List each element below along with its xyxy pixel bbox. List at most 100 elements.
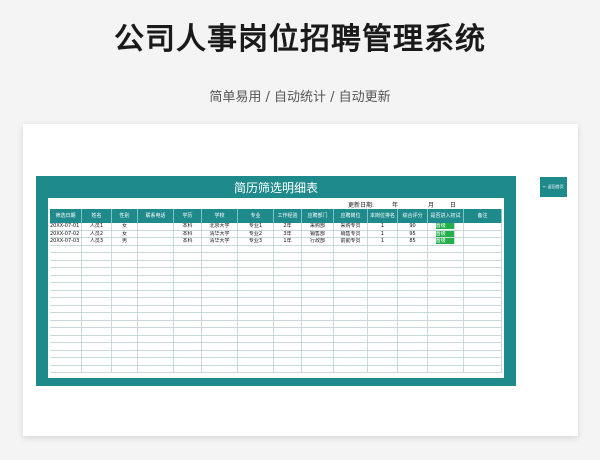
table-cell xyxy=(82,305,112,312)
table-cell xyxy=(238,305,274,312)
table-cell: 20XX-07-01 00:00 xyxy=(50,223,82,230)
table-cell: 专业1 xyxy=(238,223,274,230)
sheet-title: 简历筛选明细表 xyxy=(233,181,318,195)
table-cell xyxy=(274,275,302,282)
table-cell: 20XX-07-03 00:00 xyxy=(50,238,82,245)
table-cell xyxy=(82,298,112,305)
table-cell xyxy=(238,290,274,297)
table-cell xyxy=(112,313,138,320)
table-cell xyxy=(202,350,238,357)
table-cell xyxy=(274,253,302,260)
table-cell: 前勤专员 xyxy=(334,238,368,245)
table-cell xyxy=(138,260,174,267)
table-cell xyxy=(238,350,274,357)
table-cell xyxy=(464,260,502,267)
table-cell xyxy=(398,320,428,327)
table-cell xyxy=(274,305,302,312)
table-cell xyxy=(302,343,334,350)
table-cell xyxy=(334,365,368,372)
table-cell xyxy=(334,313,368,320)
table-cell xyxy=(274,313,302,320)
table-cell xyxy=(428,260,464,267)
table-cell xyxy=(82,283,112,290)
table-cell xyxy=(302,253,334,260)
table-cell xyxy=(334,268,368,275)
table-row xyxy=(50,305,502,313)
table-cell xyxy=(274,245,302,252)
table-cell xyxy=(50,335,82,342)
table-cell: 本科 xyxy=(174,238,202,245)
table-cell xyxy=(82,253,112,260)
table-cell xyxy=(302,350,334,357)
table-cell xyxy=(202,335,238,342)
table-cell xyxy=(398,328,428,335)
table-cell xyxy=(428,283,464,290)
column-header: 综合评分 xyxy=(398,209,428,223)
table-row xyxy=(50,343,502,351)
table-cell: 20XX-07-02 00:00 xyxy=(50,230,82,237)
column-header: 性别 xyxy=(112,209,138,223)
table-cell xyxy=(202,358,238,365)
table-cell xyxy=(464,343,502,350)
table-cell xyxy=(464,253,502,260)
update-month-label: 月 xyxy=(428,202,435,209)
sheet-body: 更新日期: 年 月 日 筛选日期 姓名 性别 联系电话 学历 学校 专业 工作经验 应聘部门 应聘… xyxy=(48,198,504,378)
table-cell xyxy=(368,275,398,282)
table-cell xyxy=(174,328,202,335)
table-cell xyxy=(368,298,398,305)
table-cell xyxy=(302,335,334,342)
table-cell xyxy=(368,290,398,297)
table-cell xyxy=(174,245,202,252)
table-cell xyxy=(334,343,368,350)
table-cell xyxy=(368,350,398,357)
pass-status-badge: 晋级 xyxy=(435,238,456,244)
table-cell xyxy=(174,335,202,342)
table-cell xyxy=(428,335,464,342)
column-header: 筛选日期 xyxy=(50,209,82,223)
table-cell: 专业2 xyxy=(238,230,274,237)
table-cell xyxy=(238,320,274,327)
table-cell xyxy=(112,350,138,357)
table-row: 20XX-07-02 00:00人员2女 本科清华大学专业23年销售部销售专员19… xyxy=(50,230,502,238)
table-cell xyxy=(138,320,174,327)
table-cell xyxy=(464,358,502,365)
table-cell xyxy=(50,290,82,297)
table-cell xyxy=(428,365,464,372)
table-cell xyxy=(368,253,398,260)
table-cell xyxy=(334,253,368,260)
table-cell xyxy=(334,275,368,282)
table-cell xyxy=(202,298,238,305)
table-row xyxy=(50,283,502,291)
table-cell xyxy=(50,268,82,275)
back-to-home-button[interactable]: ← 返回首页 xyxy=(540,177,567,197)
update-date-row: 更新日期: 年 月 日 xyxy=(48,200,504,209)
table-cell xyxy=(428,320,464,327)
table-cell xyxy=(428,350,464,357)
table-cell xyxy=(238,268,274,275)
table-cell xyxy=(82,245,112,252)
table-cell xyxy=(50,358,82,365)
table-cell xyxy=(174,343,202,350)
column-header: 姓名 xyxy=(82,209,112,223)
table-cell xyxy=(202,313,238,320)
table-cell xyxy=(174,268,202,275)
table-cell xyxy=(464,328,502,335)
table-cell xyxy=(202,328,238,335)
table-cell xyxy=(174,253,202,260)
table-cell xyxy=(274,298,302,305)
table-cell xyxy=(368,260,398,267)
table-cell xyxy=(334,298,368,305)
table-cell xyxy=(82,313,112,320)
table-cell xyxy=(174,313,202,320)
resume-screening-sheet: 简历筛选明细表 更新日期: 年 月 日 筛选日期 姓名 性别 联系电话 学历 学校 专业 工作… xyxy=(36,176,516,386)
column-header: 学历 xyxy=(174,209,202,223)
page-subtitle: 简单易用 / 自动统计 / 自动更新 xyxy=(209,90,391,105)
table-cell xyxy=(428,298,464,305)
table-cell xyxy=(82,290,112,297)
table-cell xyxy=(274,260,302,267)
table-row xyxy=(50,275,502,283)
table-cell xyxy=(428,275,464,282)
table-cell: 90 xyxy=(398,223,428,230)
table-cell xyxy=(464,275,502,282)
table-cell xyxy=(112,305,138,312)
